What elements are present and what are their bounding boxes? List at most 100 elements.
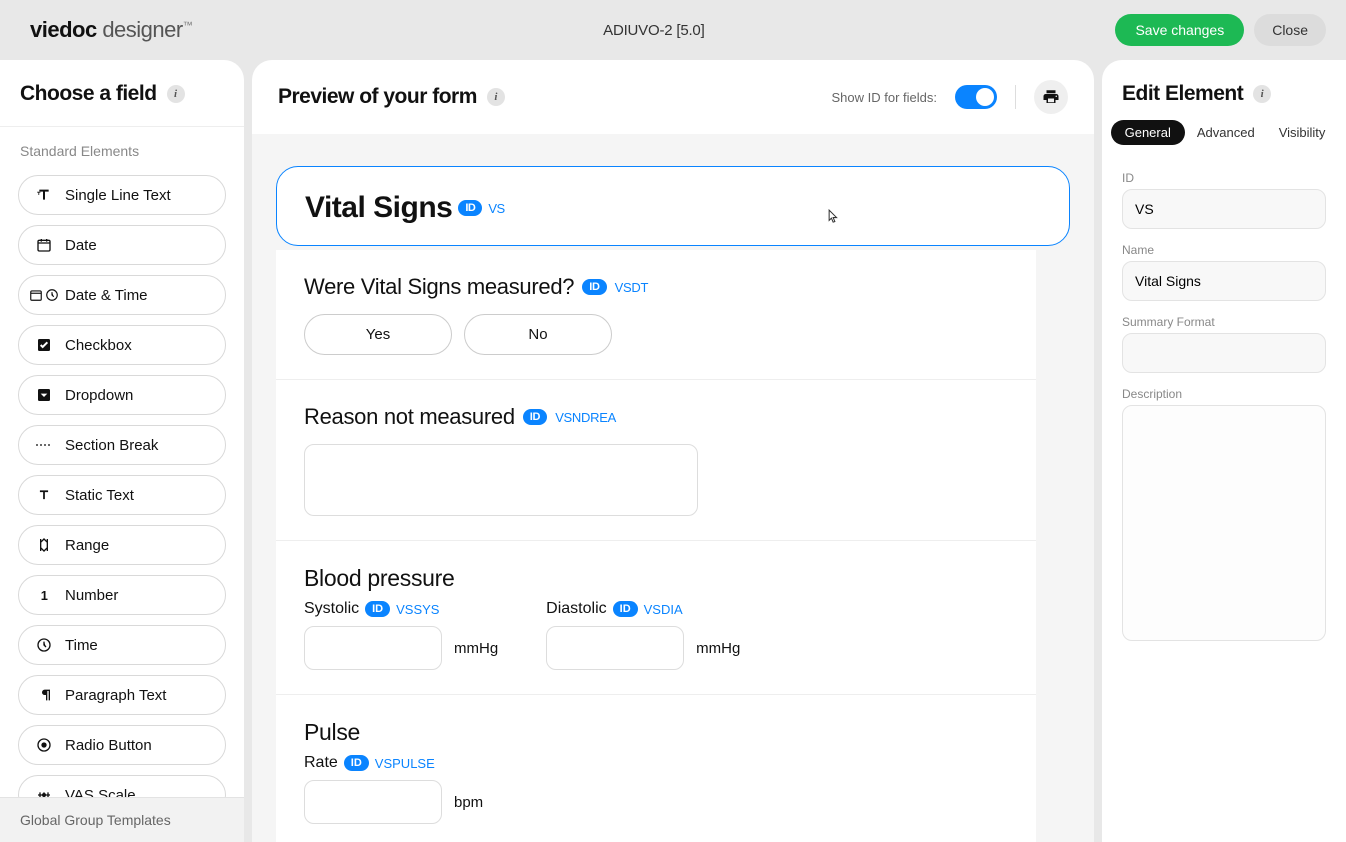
insp-input-summary[interactable] xyxy=(1122,333,1326,373)
palette-item-label: Range xyxy=(65,537,109,554)
id-badge: ID xyxy=(458,200,482,216)
inspector: Edit Element i General Advanced Visibili… xyxy=(1102,60,1346,842)
field-palette: Choose a field i Standard Elements Singl… xyxy=(0,60,244,842)
checkbox-icon xyxy=(35,336,53,354)
id-badge: ID xyxy=(613,601,638,617)
dropdown-icon xyxy=(35,386,53,404)
preview-title: Preview of your form xyxy=(278,85,477,109)
info-icon[interactable]: i xyxy=(1253,85,1271,103)
section-title: Pulse xyxy=(304,719,1008,746)
info-icon[interactable]: i xyxy=(167,85,185,103)
palette-item-dropdown[interactable]: Dropdown xyxy=(18,375,226,415)
brand-bold: viedoc xyxy=(30,17,97,42)
palette-title: Choose a field xyxy=(20,82,157,106)
palette-section: Standard Elements xyxy=(0,127,244,169)
palette-item-section[interactable]: Section Break xyxy=(18,425,226,465)
field-label: Diastolic xyxy=(546,600,606,618)
unit-label: mmHg xyxy=(454,640,498,657)
cursor-icon xyxy=(825,209,839,225)
print-button[interactable] xyxy=(1034,80,1068,114)
insp-input-id[interactable] xyxy=(1122,189,1326,229)
unit-label: bpm xyxy=(454,794,483,811)
insp-label-id: ID xyxy=(1122,171,1326,185)
question-block-reason[interactable]: Reason not measured ID VSNDREA xyxy=(276,380,1036,541)
para-icon xyxy=(35,686,53,704)
palette-item-datetime[interactable]: Date & Time xyxy=(18,275,226,315)
palette-item-label: Static Text xyxy=(65,487,134,504)
show-id-toggle[interactable] xyxy=(955,85,997,109)
id-badge: ID xyxy=(582,279,606,295)
pulse-input[interactable] xyxy=(304,780,442,824)
question-block-bp[interactable]: Blood pressure Systolic ID VSSYS xyxy=(276,541,1036,695)
question-label: Were Vital Signs measured? xyxy=(304,274,574,300)
project-title: ADIUVO-2 [5.0] xyxy=(603,22,704,39)
insp-label-name: Name xyxy=(1122,243,1326,257)
palette-item-radio[interactable]: Radio Button xyxy=(18,725,226,765)
palette-item-label: Time xyxy=(65,637,98,654)
section-title: Blood pressure xyxy=(304,565,1008,592)
close-button[interactable]: Close xyxy=(1254,14,1326,46)
radio-no[interactable]: No xyxy=(464,314,612,355)
field-id: VSPULSE xyxy=(375,756,435,771)
form-title-id: VS xyxy=(488,201,504,216)
inspector-title: Edit Element xyxy=(1122,82,1243,106)
field-id: VSSYS xyxy=(396,602,439,617)
topbar: viedoc designer™ ADIUVO-2 [5.0] Save cha… xyxy=(0,0,1346,60)
form-preview: Preview of your form i Show ID for field… xyxy=(244,60,1102,842)
id-badge: ID xyxy=(344,755,369,771)
question-block-pulse[interactable]: Pulse Rate ID VSPULSE bpm xyxy=(276,695,1036,842)
palette-item-label: Checkbox xyxy=(65,337,132,354)
palette-item-number[interactable]: 1Number xyxy=(18,575,226,615)
tab-general[interactable]: General xyxy=(1111,120,1185,145)
radio-yes[interactable]: Yes xyxy=(304,314,452,355)
palette-item-range[interactable]: Range xyxy=(18,525,226,565)
svg-text:1: 1 xyxy=(41,588,48,603)
field-label: Systolic xyxy=(304,600,359,618)
insp-label-summary: Summary Format xyxy=(1122,315,1326,329)
brand-logo: viedoc designer™ xyxy=(30,17,192,43)
palette-item-label: Section Break xyxy=(65,437,158,454)
tab-advanced[interactable]: Advanced xyxy=(1185,120,1267,145)
date-icon xyxy=(35,236,53,254)
range-icon xyxy=(35,536,53,554)
radio-icon xyxy=(35,736,53,754)
form-title-block[interactable]: Vital Signs ID VS xyxy=(276,166,1070,246)
info-icon[interactable]: i xyxy=(487,88,505,106)
palette-item-date[interactable]: Date xyxy=(18,225,226,265)
systolic-input[interactable] xyxy=(304,626,442,670)
id-badge: ID xyxy=(365,601,390,617)
question-id: VSDT xyxy=(615,280,648,295)
palette-item-label: Date xyxy=(65,237,97,254)
palette-item-text[interactable]: Single Line Text xyxy=(18,175,226,215)
insp-input-name[interactable] xyxy=(1122,261,1326,301)
palette-footer[interactable]: Global Group Templates xyxy=(0,797,244,842)
question-label: Reason not measured xyxy=(304,404,515,430)
trademark-icon: ™ xyxy=(183,21,193,32)
reason-textarea[interactable] xyxy=(304,444,698,516)
id-badge: ID xyxy=(523,409,547,425)
insp-input-desc[interactable] xyxy=(1122,405,1326,641)
palette-item-label: Single Line Text xyxy=(65,187,171,204)
form-title: Vital Signs xyxy=(305,191,452,225)
palette-item-static[interactable]: Static Text xyxy=(18,475,226,515)
question-block-measured[interactable]: Were Vital Signs measured? ID VSDT Yes N… xyxy=(276,250,1036,380)
palette-item-label: Dropdown xyxy=(65,387,133,404)
diastolic-input[interactable] xyxy=(546,626,684,670)
divider xyxy=(1015,85,1016,109)
question-id: VSNDREA xyxy=(555,410,616,425)
unit-label: mmHg xyxy=(696,640,740,657)
palette-item-checkbox[interactable]: Checkbox xyxy=(18,325,226,365)
palette-item-label: Paragraph Text xyxy=(65,687,166,704)
insp-label-desc: Description xyxy=(1122,387,1326,401)
save-button[interactable]: Save changes xyxy=(1115,14,1244,46)
palette-item-label: Date & Time xyxy=(65,287,148,304)
datetime-icon xyxy=(35,286,53,304)
palette-item-time[interactable]: Time xyxy=(18,625,226,665)
number-icon: 1 xyxy=(35,586,53,604)
tab-visibility[interactable]: Visibility xyxy=(1267,120,1338,145)
text-icon xyxy=(35,186,53,204)
field-label: Rate xyxy=(304,754,338,772)
show-id-label: Show ID for fields: xyxy=(832,90,938,105)
field-id: VSDIA xyxy=(644,602,683,617)
palette-item-para[interactable]: Paragraph Text xyxy=(18,675,226,715)
